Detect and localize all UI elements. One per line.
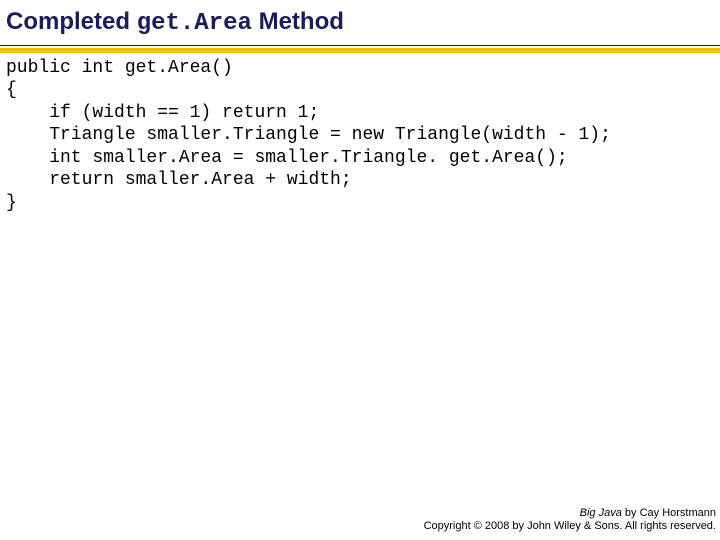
slide-title: Completed get.Area Method <box>6 8 720 39</box>
slide: Completed get.Area Method public int get… <box>0 0 720 540</box>
footer-line-1: Big Java by Cay Horstmann <box>424 507 716 521</box>
code-line-2: { <box>6 80 17 100</box>
title-code-fragment: get.Area <box>137 10 252 37</box>
slide-title-block: Completed get.Area Method <box>0 0 720 39</box>
code-line-3: if (width == 1) return 1; <box>6 103 319 123</box>
code-line-1: public int get.Area() <box>6 58 233 78</box>
code-line-7: } <box>6 193 17 213</box>
footer-byline: by Cay Horstmann <box>622 507 716 519</box>
title-prefix: Completed <box>6 8 137 35</box>
separator-thick-line <box>0 48 720 53</box>
slide-footer: Big Java by Cay Horstmann Copyright © 20… <box>424 507 716 535</box>
separator-thin-line <box>0 45 720 46</box>
code-line-5: int smaller.Area = smaller.Triangle. get… <box>6 148 568 168</box>
footer-copyright: Copyright © 2008 by John Wiley & Sons. A… <box>424 520 716 534</box>
code-line-6: return smaller.Area + width; <box>6 170 352 190</box>
footer-book-title: Big Java <box>580 507 622 519</box>
title-suffix: Method <box>252 8 344 35</box>
code-block: public int get.Area() { if (width == 1) … <box>0 57 720 215</box>
code-line-4: Triangle smaller.Triangle = new Triangle… <box>6 125 611 145</box>
